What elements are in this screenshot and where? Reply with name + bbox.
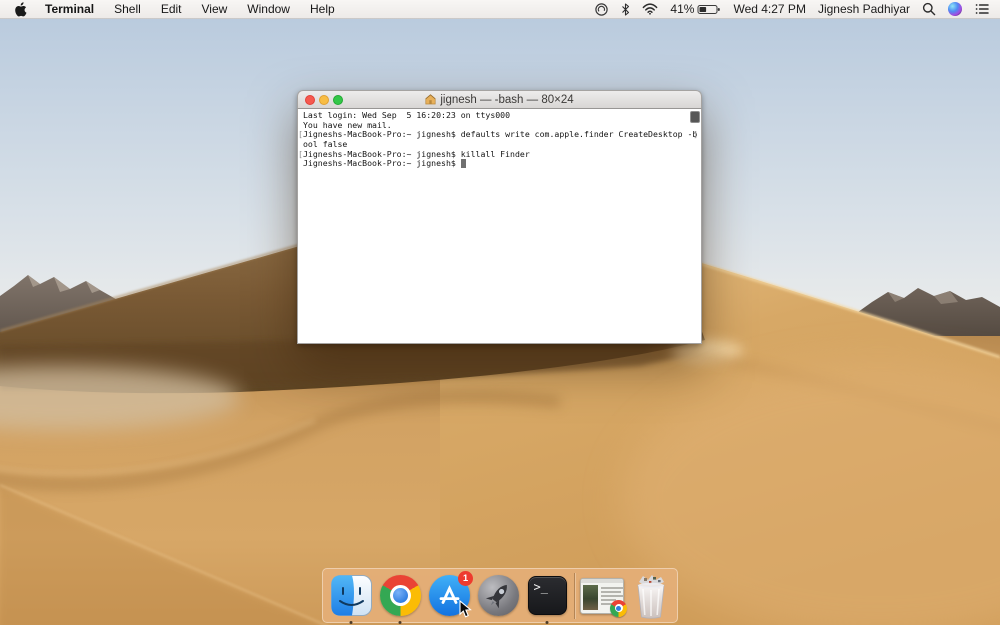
terminal-app-glyph: >_ — [534, 580, 548, 594]
minimized-window-thumbnail — [580, 578, 624, 614]
notification-center-icon[interactable] — [974, 2, 990, 16]
terminal-window: jignesh — -bash — 80×24 Last login: Wed … — [297, 90, 702, 344]
battery-status[interactable]: 41% — [670, 2, 721, 16]
zoom-button[interactable] — [333, 95, 343, 105]
dock-item-minimized-window[interactable] — [580, 574, 624, 618]
window-title-bar[interactable]: jignesh — -bash — 80×24 — [297, 90, 702, 109]
bluetooth-icon[interactable] — [621, 3, 630, 16]
terminal-line-text: You have new mail. — [303, 120, 392, 130]
sync-swirl-icon[interactable] — [594, 2, 609, 17]
menu-bar: Terminal Shell Edit View Window Help — [0, 0, 1000, 19]
dock: 1 >_ — [322, 568, 678, 623]
dock-item-chrome[interactable] — [378, 574, 422, 618]
chrome-icon — [380, 575, 421, 616]
terminal-app-icon: >_ — [528, 576, 567, 615]
apple-menu-icon[interactable] — [10, 2, 35, 17]
close-button[interactable] — [305, 95, 315, 105]
menu-bar-left: Terminal Shell Edit View Window Help — [10, 0, 345, 19]
menu-item-terminal[interactable]: Terminal — [35, 0, 104, 19]
thumbnail-text-line — [601, 587, 623, 589]
thumbnail-photo — [583, 585, 598, 610]
menu-item-help[interactable]: Help — [300, 0, 345, 19]
mouse-cursor — [459, 600, 473, 619]
menu-item-edit[interactable]: Edit — [151, 0, 192, 19]
battery-percent: 41% — [670, 2, 694, 16]
dock-item-trash[interactable] — [629, 574, 673, 618]
minimize-button[interactable] — [319, 95, 329, 105]
desktop: Terminal Shell Edit View Window Help — [0, 0, 1000, 625]
terminal-content[interactable]: Last login: Wed Sep 5 16:20:23 on ttys00… — [297, 109, 702, 344]
dock-separator — [574, 573, 575, 619]
home-folder-icon — [425, 94, 436, 105]
terminal-cursor — [461, 159, 466, 167]
launchpad-icon — [478, 575, 519, 616]
battery-icon — [697, 3, 721, 16]
app-store-badge: 1 — [458, 571, 473, 586]
chrome-badge-center — [616, 606, 621, 611]
terminal-line-text: Jigneshs-MacBook-Pro:~ jignesh$ — [303, 159, 461, 169]
chrome-icon-center — [393, 588, 408, 603]
running-indicator — [399, 621, 402, 624]
menu-item-window[interactable]: Window — [237, 0, 300, 19]
running-indicator — [546, 621, 549, 624]
menu-item-shell[interactable]: Shell — [104, 0, 151, 19]
terminal-line-text: Last login: Wed Sep 5 16:20:23 on ttys00… — [303, 110, 510, 120]
window-title-text: jignesh — -bash — 80×24 — [440, 94, 573, 106]
thumbnail-text-line — [601, 595, 623, 597]
chrome-badge-icon — [610, 600, 627, 617]
finder-icon — [331, 575, 372, 616]
thumbnail-text-line — [601, 591, 621, 593]
dock-item-launchpad[interactable] — [476, 574, 520, 618]
terminal-line-text: Jigneshs-MacBook-Pro:~ jignesh$ killall … — [303, 149, 530, 159]
siri-icon[interactable] — [948, 2, 962, 16]
terminal-line: Jigneshs-MacBook-Pro:~ jignesh$ — [303, 159, 701, 169]
thumbnail-header — [581, 579, 623, 583]
terminal-line: [Jigneshs-MacBook-Pro:~ jignesh$ default… — [303, 130, 701, 140]
menu-item-view[interactable]: View — [192, 0, 238, 19]
menu-bar-status: 41% Wed 4:27 PM Jignesh Padhiyar — [594, 2, 994, 17]
terminal-line-text: ool false — [303, 139, 347, 149]
dock-item-finder[interactable] — [329, 574, 373, 618]
spotlight-search-icon[interactable] — [922, 2, 936, 16]
window-title: jignesh — -bash — 80×24 — [425, 94, 573, 106]
dock-item-terminal[interactable]: >_ — [525, 574, 569, 618]
menu-user-name[interactable]: Jignesh Padhiyar — [818, 2, 910, 16]
menu-clock[interactable]: Wed 4:27 PM — [733, 2, 805, 16]
terminal-line-text: Jigneshs-MacBook-Pro:~ jignesh$ defaults… — [303, 129, 697, 139]
scrollbar-thumb[interactable] — [690, 111, 700, 123]
running-indicator — [350, 621, 353, 624]
wifi-icon[interactable] — [642, 3, 658, 15]
command-mark-close: ] — [693, 130, 698, 140]
trash-full-icon — [631, 572, 671, 620]
